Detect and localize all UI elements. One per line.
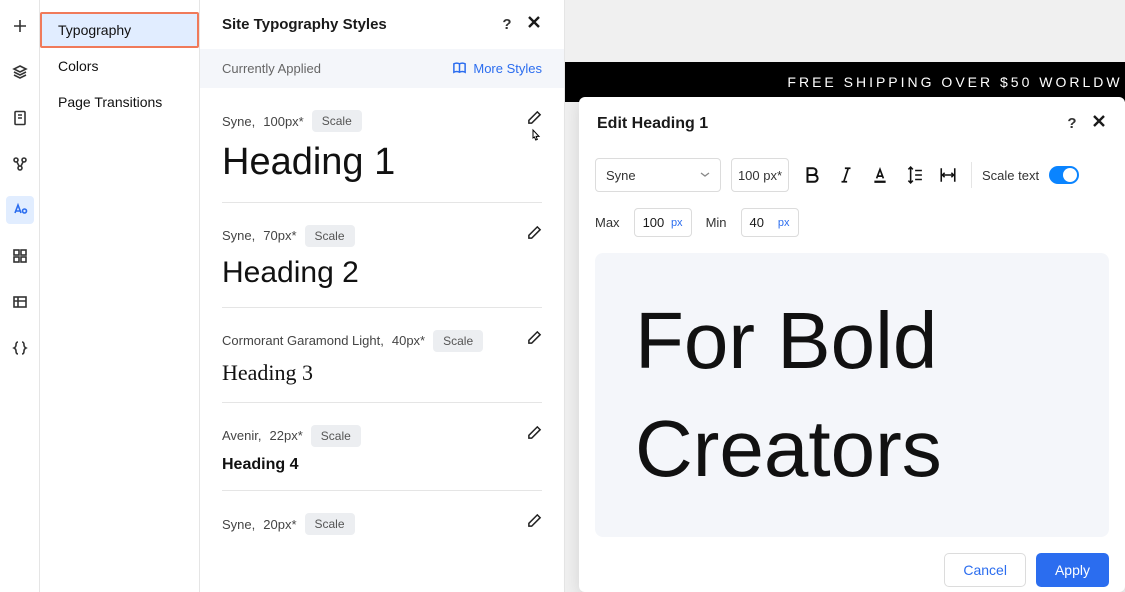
pencil-icon[interactable]: [527, 110, 542, 130]
preview-box: For Bold Creators: [595, 253, 1109, 537]
banner-text: FREE SHIPPING OVER $50 WORLDW: [787, 74, 1122, 90]
italic-icon[interactable]: [837, 166, 855, 184]
letter-spacing-icon[interactable]: [939, 166, 957, 184]
edit-panel-header: Edit Heading 1 ?: [579, 97, 1125, 148]
text-color-icon[interactable]: [871, 166, 889, 184]
min-value: 40: [750, 215, 764, 230]
menu-item-page-transitions[interactable]: Page Transitions: [40, 84, 199, 120]
style-item-h3[interactable]: Cormorant Garamond Light, 40px* Scale He…: [222, 308, 542, 403]
unit-label: px: [778, 217, 790, 229]
typography-styles-panel: Site Typography Styles ? Currently Appli…: [200, 0, 565, 592]
close-icon[interactable]: [526, 14, 542, 35]
edit-panel-footer: Cancel Apply: [579, 537, 1125, 587]
menu-item-label: Colors: [58, 58, 98, 74]
font-size-value: 100 px*: [738, 168, 782, 183]
grid-icon[interactable]: [6, 242, 34, 270]
more-styles-link[interactable]: More Styles: [452, 61, 542, 76]
scale-badge: Scale: [311, 425, 361, 447]
apply-label: Apply: [1055, 562, 1090, 578]
font-size-input[interactable]: 100 px*: [731, 158, 789, 192]
style-font-name: Syne,: [222, 114, 255, 129]
style-font-name: Cormorant Garamond Light,: [222, 333, 384, 348]
plus-icon[interactable]: [6, 12, 34, 40]
unit-label: px: [671, 217, 683, 229]
preview-text: For Bold Creators: [635, 287, 1069, 503]
chevron-down-icon: [700, 172, 710, 178]
scale-badge: Scale: [312, 110, 362, 132]
book-icon: [452, 61, 467, 76]
currently-applied-label: Currently Applied: [222, 61, 321, 76]
scale-badge: Scale: [305, 225, 355, 247]
font-family-value: Syne: [606, 168, 636, 183]
design-menu: Typography Colors Page Transitions: [40, 0, 200, 592]
style-size: 22px*: [270, 428, 303, 443]
style-preview-text: Heading 4: [222, 455, 542, 474]
typography-icon[interactable]: [6, 196, 34, 224]
styles-list[interactable]: Syne, 100px* Scale Heading 1 Syne, 70px*…: [200, 88, 564, 592]
line-spacing-icon[interactable]: [905, 166, 923, 184]
cancel-label: Cancel: [963, 562, 1007, 578]
style-item-h1[interactable]: Syne, 100px* Scale Heading 1: [222, 88, 542, 203]
edit-toolbar: Syne 100 px* Scale text: [579, 148, 1125, 202]
connect-icon[interactable]: [6, 150, 34, 178]
more-styles-label: More Styles: [473, 61, 542, 76]
style-item-h4[interactable]: Avenir, 22px* Scale Heading 4: [222, 403, 542, 491]
help-icon[interactable]: ?: [500, 18, 514, 32]
style-size: 40px*: [392, 333, 425, 348]
style-font-name: Syne,: [222, 228, 255, 243]
cursor-pointer-icon: [528, 128, 544, 151]
divider: [971, 162, 972, 188]
max-label: Max: [595, 215, 620, 230]
pencil-icon[interactable]: [527, 330, 542, 350]
max-value: 100: [643, 215, 665, 230]
table-icon[interactable]: [6, 288, 34, 316]
file-icon[interactable]: [6, 104, 34, 132]
style-preview-text: Heading 3: [222, 360, 542, 386]
style-size: 20px*: [263, 517, 296, 532]
braces-icon[interactable]: [6, 334, 34, 362]
pencil-icon[interactable]: [527, 425, 542, 445]
shipping-banner: FREE SHIPPING OVER $50 WORLDW: [565, 62, 1125, 102]
cancel-button[interactable]: Cancel: [944, 553, 1026, 587]
format-icon-group: [799, 166, 961, 184]
edit-heading-panel: Edit Heading 1 ? Syne 100 px*: [579, 97, 1125, 592]
help-icon[interactable]: ?: [1065, 117, 1079, 131]
close-icon[interactable]: [1091, 113, 1107, 134]
menu-item-typography[interactable]: Typography: [40, 12, 199, 48]
menu-item-label: Page Transitions: [58, 94, 162, 110]
style-font-name: Avenir,: [222, 428, 262, 443]
style-preview-text: Heading 1: [222, 140, 542, 186]
pencil-icon[interactable]: [527, 513, 542, 533]
scale-text-label: Scale text: [982, 168, 1039, 183]
edit-panel-title: Edit Heading 1: [597, 115, 708, 133]
bold-icon[interactable]: [803, 166, 821, 184]
style-preview-text: Heading 2: [222, 255, 542, 291]
max-size-input[interactable]: 100 px: [634, 208, 692, 237]
styles-subheader: Currently Applied More Styles: [200, 49, 564, 88]
menu-item-label: Typography: [58, 22, 131, 38]
style-size: 70px*: [263, 228, 296, 243]
style-item-h2[interactable]: Syne, 70px* Scale Heading 2: [222, 203, 542, 308]
min-size-input[interactable]: 40 px: [741, 208, 799, 237]
font-family-select[interactable]: Syne: [595, 158, 721, 192]
min-label: Min: [706, 215, 727, 230]
style-item-h5[interactable]: Syne, 20px* Scale: [222, 491, 542, 559]
scale-badge: Scale: [433, 330, 483, 352]
left-icon-rail: [0, 0, 40, 592]
menu-item-colors[interactable]: Colors: [40, 48, 199, 84]
scale-badge: Scale: [305, 513, 355, 535]
scale-text-toggle[interactable]: [1049, 166, 1079, 184]
styles-panel-header: Site Typography Styles ?: [200, 0, 564, 49]
min-max-row: Max 100 px Min 40 px: [579, 202, 1125, 253]
style-size: 100px*: [263, 114, 303, 129]
apply-button[interactable]: Apply: [1036, 553, 1109, 587]
style-font-name: Syne,: [222, 517, 255, 532]
pencil-icon[interactable]: [527, 225, 542, 245]
layers-icon[interactable]: [6, 58, 34, 86]
panel-title: Site Typography Styles: [222, 16, 387, 33]
